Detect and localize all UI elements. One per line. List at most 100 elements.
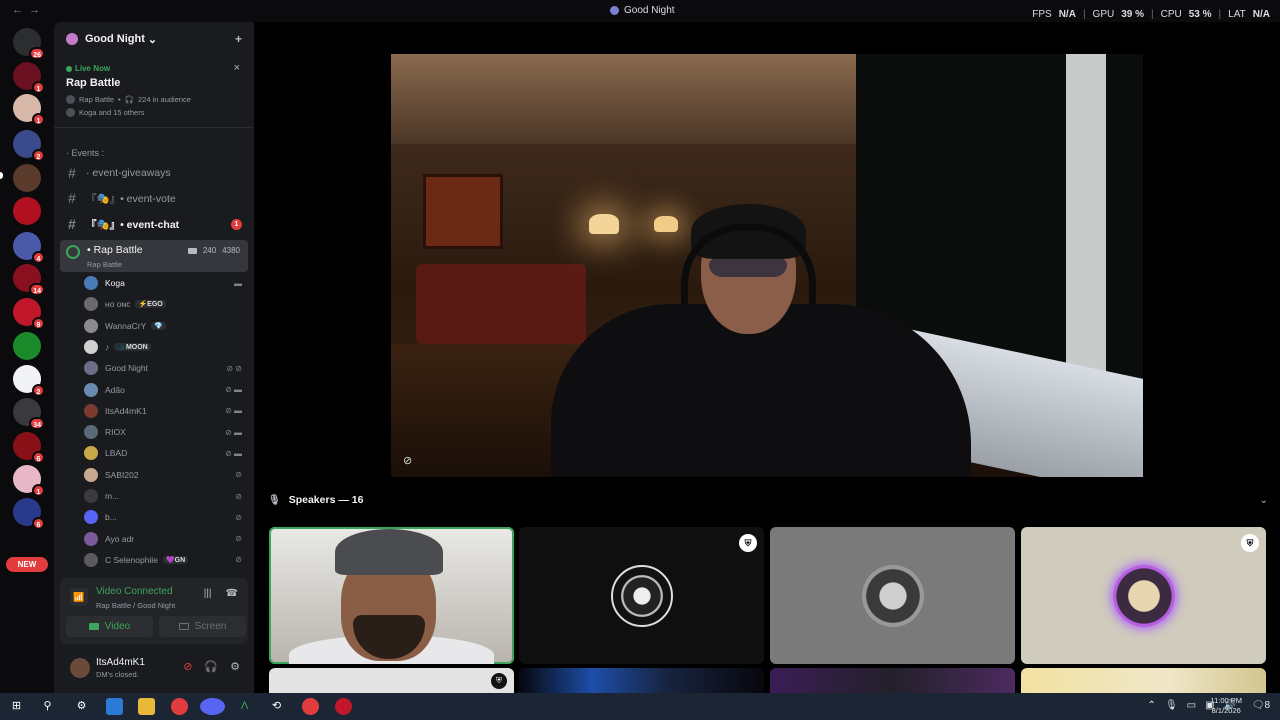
speaker-tile[interactable]: [519, 668, 764, 693]
notification-icon[interactable]: 🗨8: [1252, 700, 1270, 711]
close-icon[interactable]: ×: [234, 62, 240, 74]
server-icon[interactable]: 9: [13, 298, 45, 330]
member-name: LBAD: [105, 448, 128, 459]
voice-member[interactable]: LBAD ⊘ ▬: [84, 444, 244, 462]
voice-member[interactable]: C Selenophile 💜GN ⊘: [84, 551, 244, 569]
discord-icon[interactable]: [200, 698, 225, 715]
soundboard-icon[interactable]: |||: [204, 588, 212, 599]
gear-icon[interactable]: ⚙: [73, 698, 90, 715]
server-icon[interactable]: 1: [13, 94, 45, 126]
server-icon[interactable]: 4: [13, 232, 45, 264]
member-status-icons: ⊘: [235, 534, 242, 544]
display-icon[interactable]: ▭: [1187, 700, 1196, 711]
folder-icon[interactable]: [138, 698, 155, 715]
cpu-value: 53 %: [1188, 9, 1212, 20]
server-icon[interactable]: 14: [13, 264, 45, 296]
voice-member[interactable]: b... ⊘: [84, 508, 244, 526]
speaker-tile[interactable]: ⛨: [1021, 527, 1266, 664]
invite-member-icon[interactable]: +: [235, 32, 242, 46]
speaker-tile[interactable]: ⛨: [519, 527, 764, 664]
server-icon[interactable]: 2: [13, 365, 45, 397]
server-icon[interactable]: [13, 197, 41, 225]
server-icon[interactable]: 2: [13, 130, 45, 162]
video-painting: [423, 174, 503, 249]
server-icon[interactable]: [13, 332, 41, 360]
server-icon[interactable]: 34: [13, 398, 45, 430]
member-status-icons: ⊘: [235, 470, 242, 480]
app-icon[interactable]: Λ: [236, 698, 253, 715]
main-video-feed[interactable]: ⊘: [391, 54, 1143, 477]
user-panel: ItsAd4mK1 DM's closed. ⊘ 🎧 ⚙: [54, 648, 254, 693]
search-icon[interactable]: ⚲: [39, 698, 56, 715]
voice-member[interactable]: RIOX ⊘ ▬: [84, 423, 244, 441]
voice-member[interactable]: m... ⊘: [84, 487, 244, 505]
screen-share-button[interactable]: Screen: [159, 616, 246, 637]
guild-header[interactable]: Good Night ⌄ +: [54, 22, 254, 56]
voice-member[interactable]: Adão ⊘ ▬: [84, 381, 244, 399]
cpu-label: CPU: [1160, 9, 1182, 20]
app-icon[interactable]: ⟲: [268, 698, 285, 715]
speaker-tile[interactable]: ⛨: [269, 668, 514, 693]
direct-messages-icon[interactable]: 26: [13, 28, 45, 60]
voice-member[interactable]: Ayo adr ⊘: [84, 530, 244, 548]
chevron-down-icon[interactable]: ⌄: [1260, 495, 1268, 506]
headphones-icon[interactable]: 🎧: [204, 660, 218, 673]
avatar[interactable]: [70, 658, 90, 678]
channel-event-giveaways[interactable]: # · event-giveaways: [60, 163, 248, 183]
member-name: SABI202: [105, 469, 139, 480]
mic-muted-icon[interactable]: ⊘: [183, 660, 192, 673]
voice-member[interactable]: ItsAd4mK1 ⊘ ▬: [84, 402, 244, 420]
app-icon[interactable]: [335, 698, 352, 715]
voice-member[interactable]: ʜᴏ ᴏɴᴄ ⚡EGO: [84, 295, 244, 313]
category-events[interactable]: · Events :: [66, 148, 104, 158]
back-arrow-icon[interactable]: ←: [12, 4, 29, 16]
server-icon[interactable]: 6: [13, 432, 45, 464]
avatar: [861, 564, 924, 627]
username: ItsAd4mK1: [96, 657, 145, 668]
user-limit: 4380: [222, 246, 240, 255]
avatar: [84, 318, 98, 333]
microphone-icon[interactable]: 🎙: [1165, 700, 1178, 711]
chevron-up-icon[interactable]: ⌃: [1148, 700, 1156, 711]
avatar: [84, 276, 98, 290]
settings-gear-icon[interactable]: ⚙: [230, 660, 240, 673]
avatar: [84, 552, 98, 567]
signal-icon[interactable]: 📶: [70, 588, 88, 606]
voice-member[interactable]: Koga ▬: [84, 274, 244, 292]
server-icon[interactable]: 1: [13, 465, 45, 497]
speaker-tile[interactable]: [770, 668, 1015, 693]
avatar: [84, 403, 98, 418]
member-name: ♪: [105, 341, 110, 352]
voice-member[interactable]: Good Night ⊘ ⊘: [84, 359, 244, 377]
disconnect-icon[interactable]: ☎: [226, 588, 238, 599]
channel-event-vote[interactable]: # 『🎭』• event-vote: [60, 188, 248, 208]
server-icon[interactable]: 6: [13, 498, 45, 530]
camera-icon: [88, 623, 99, 630]
new-badge[interactable]: NEW: [6, 557, 48, 572]
system-clock[interactable]: 11:00 PM 8/1/2026: [1210, 696, 1242, 716]
speaker-tile[interactable]: [1021, 668, 1266, 693]
speaker-tile[interactable]: [770, 527, 1015, 664]
voice-member[interactable]: ♪ 🌑MOON: [84, 338, 244, 356]
avatar: [84, 361, 98, 376]
video-button[interactable]: Video: [66, 616, 153, 637]
member-status-icons: ⊘ ⊘: [226, 363, 242, 373]
mic-muted-icon: ⊘: [403, 455, 413, 467]
forward-arrow-icon[interactable]: →: [29, 4, 46, 16]
server-icon[interactable]: 1: [13, 62, 45, 94]
windows-start-icon[interactable]: ⊞: [8, 698, 25, 715]
performance-stats: FPS N/A | GPU 39 % | CPU 53 % | LAT N/A: [1032, 9, 1270, 20]
live-stage-card[interactable]: Live Now Rap Battle Rap Battle • 🎧 224 i…: [54, 56, 254, 128]
voice-member[interactable]: WannaCrY 💎: [84, 317, 244, 335]
server-icon[interactable]: [13, 164, 41, 192]
voice-channel-rap-battle[interactable]: • Rap Battle Rap Battle 240 4380: [60, 240, 248, 272]
chrome-icon[interactable]: [171, 698, 188, 715]
avatar: [610, 564, 673, 627]
member-name: Koga: [105, 278, 125, 288]
chrome-icon[interactable]: [302, 698, 319, 715]
clock-date: 8/1/2026: [1211, 706, 1241, 715]
channel-event-chat[interactable]: # 『🎭』• event-chat 1: [60, 214, 248, 234]
speaker-tile[interactable]: [269, 527, 514, 664]
voice-member[interactable]: SABI202 ⊘: [84, 466, 244, 484]
store-icon[interactable]: [106, 698, 123, 715]
